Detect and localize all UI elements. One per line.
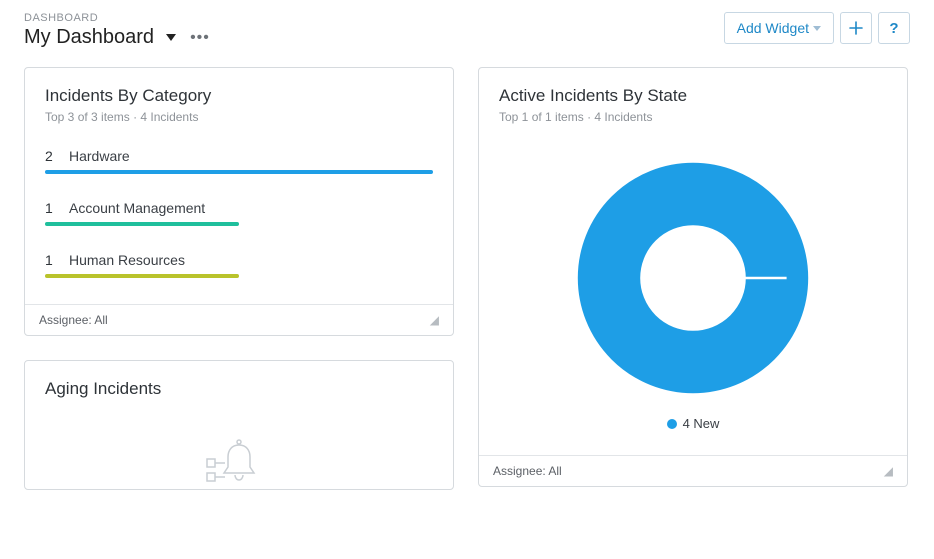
subtitle-part: 4 Incidents bbox=[133, 110, 198, 124]
subtitle-part: Top 3 of 3 items bbox=[45, 110, 130, 124]
empty-state-illustration bbox=[45, 403, 433, 490]
card-incidents-by-category: Incidents By Category Top 3 of 3 items 4… bbox=[24, 67, 454, 336]
card-subtitle: Top 3 of 3 items 4 Incidents bbox=[45, 110, 433, 124]
resize-handle-icon[interactable]: ◢ bbox=[430, 316, 439, 324]
card-title: Aging Incidents bbox=[45, 379, 433, 399]
footer-filter[interactable]: Assignee: All bbox=[493, 464, 562, 478]
card-active-incidents-by-state: Active Incidents By State Top 1 of 1 ite… bbox=[478, 67, 908, 487]
plus-icon bbox=[849, 21, 863, 35]
card-aging-incidents: Aging Incidents bbox=[24, 360, 454, 490]
footer-filter[interactable]: Assignee: All bbox=[39, 313, 108, 327]
help-icon: ? bbox=[889, 20, 898, 37]
bar-row[interactable]: 2 Hardware bbox=[45, 148, 433, 174]
donut-chart[interactable] bbox=[573, 158, 813, 398]
bar-fill bbox=[45, 274, 239, 278]
bar-row[interactable]: 1 Account Management bbox=[45, 200, 433, 226]
bar-value: 2 bbox=[45, 148, 57, 164]
bar-label: Account Management bbox=[69, 200, 205, 216]
chevron-down-icon bbox=[813, 26, 821, 31]
legend-dot-icon bbox=[667, 419, 677, 429]
bar-label: Human Resources bbox=[69, 252, 185, 268]
card-subtitle: Top 1 of 1 items 4 Incidents bbox=[499, 110, 887, 124]
more-menu-icon[interactable]: ••• bbox=[190, 29, 210, 47]
add-widget-button[interactable]: Add Widget bbox=[724, 12, 834, 44]
bar-label: Hardware bbox=[69, 148, 130, 164]
caret-down-icon bbox=[166, 34, 176, 41]
subtitle-part: Top 1 of 1 items bbox=[499, 110, 584, 124]
resize-handle-icon[interactable]: ◢ bbox=[884, 467, 893, 475]
add-widget-label: Add Widget bbox=[737, 20, 809, 36]
page-title: My Dashboard bbox=[24, 26, 154, 49]
subtitle-part: 4 Incidents bbox=[587, 110, 652, 124]
card-title: Incidents By Category bbox=[45, 86, 433, 106]
breadcrumb: DASHBOARD bbox=[24, 12, 210, 24]
bar-fill bbox=[45, 222, 239, 226]
add-button[interactable] bbox=[840, 12, 872, 44]
card-title: Active Incidents By State bbox=[499, 86, 887, 106]
legend-label: 4 New bbox=[683, 416, 720, 431]
bar-value: 1 bbox=[45, 252, 57, 268]
help-button[interactable]: ? bbox=[878, 12, 910, 44]
bar-row[interactable]: 1 Human Resources bbox=[45, 252, 433, 278]
bar-fill bbox=[45, 170, 433, 174]
dashboard-title-dropdown[interactable]: My Dashboard ••• bbox=[24, 26, 210, 49]
chart-legend-item[interactable]: 4 New bbox=[667, 416, 720, 431]
bar-value: 1 bbox=[45, 200, 57, 216]
